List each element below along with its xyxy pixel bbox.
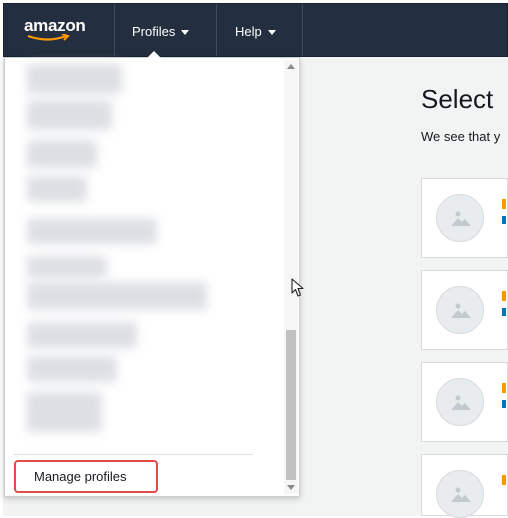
caret-down-icon xyxy=(181,30,190,36)
list-item[interactable] xyxy=(27,64,122,94)
scroll-up-icon[interactable] xyxy=(287,64,295,69)
image-placeholder-icon xyxy=(451,211,471,226)
list-item[interactable] xyxy=(27,218,157,244)
manage-profiles-link[interactable]: Manage profiles xyxy=(14,460,158,493)
list-item[interactable] xyxy=(27,176,87,202)
scroll-thumb[interactable] xyxy=(286,330,296,480)
profile-name-fragment xyxy=(502,199,506,209)
profile-link-fragment xyxy=(502,400,506,408)
profile-card[interactable] xyxy=(421,362,508,442)
profiles-dropdown: Manage profiles xyxy=(4,51,300,497)
image-placeholder-icon xyxy=(451,303,471,318)
amazon-logo[interactable]: amazon xyxy=(24,16,86,36)
avatar xyxy=(436,194,484,242)
profile-card[interactable] xyxy=(421,270,508,350)
divider xyxy=(13,454,253,455)
list-item[interactable] xyxy=(27,322,137,348)
nav-divider xyxy=(216,4,217,56)
image-placeholder-icon xyxy=(451,395,471,410)
profile-name-fragment xyxy=(502,291,506,301)
profile-link-fragment xyxy=(502,308,506,316)
caret-down-icon xyxy=(267,30,276,36)
nav-divider xyxy=(302,4,303,56)
image-placeholder-icon xyxy=(451,487,471,502)
list-item[interactable] xyxy=(27,356,117,382)
nav-divider xyxy=(114,4,115,56)
list-item[interactable] xyxy=(27,140,97,168)
avatar xyxy=(436,286,484,334)
top-nav-bar: amazon Profiles Help xyxy=(3,3,508,57)
dropdown-scrollbar[interactable] xyxy=(284,60,298,494)
list-item[interactable] xyxy=(27,392,102,432)
avatar xyxy=(436,470,484,518)
profile-link-fragment xyxy=(502,216,506,224)
help-menu-label: Help xyxy=(235,24,262,39)
profiles-menu-button[interactable]: Profiles xyxy=(132,24,190,39)
mouse-pointer-icon xyxy=(291,278,304,297)
scroll-down-icon[interactable] xyxy=(287,485,295,490)
page-subtitle: We see that y xyxy=(421,129,501,144)
page-title: Select xyxy=(421,84,494,114)
avatar xyxy=(436,378,484,426)
help-menu-button[interactable]: Help xyxy=(235,24,276,39)
list-item[interactable] xyxy=(27,282,207,310)
profile-name-fragment xyxy=(502,475,506,485)
dropdown-pointer xyxy=(147,51,161,58)
profile-name-fragment xyxy=(502,383,506,393)
profile-card[interactable] xyxy=(421,454,508,518)
list-item[interactable] xyxy=(27,256,107,278)
profile-card[interactable] xyxy=(421,178,508,258)
list-item[interactable] xyxy=(27,100,112,130)
profiles-menu-label: Profiles xyxy=(132,24,176,39)
amazon-smile-icon xyxy=(27,34,70,41)
profile-list-blurred[interactable] xyxy=(25,60,235,440)
